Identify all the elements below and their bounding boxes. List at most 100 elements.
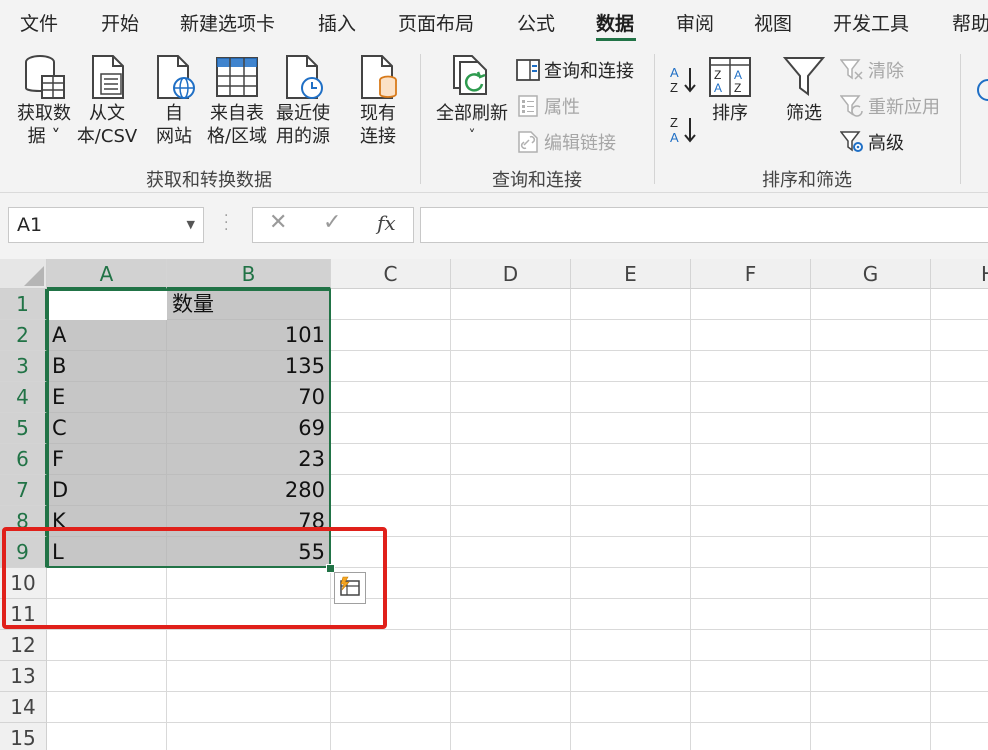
- cell-b2[interactable]: 101: [167, 320, 331, 351]
- row-header-11[interactable]: 11: [0, 599, 47, 630]
- empty-cell[interactable]: [691, 537, 811, 568]
- column-header-f[interactable]: F: [691, 259, 811, 289]
- cell-b4[interactable]: 70: [167, 382, 331, 413]
- empty-cell[interactable]: [931, 382, 988, 413]
- row-header-12[interactable]: 12: [0, 630, 47, 661]
- tab-help[interactable]: 帮助: [952, 9, 988, 36]
- empty-cell[interactable]: [691, 630, 811, 661]
- existing-connections-button[interactable]: 现有 连接: [348, 54, 408, 148]
- empty-cell[interactable]: [691, 382, 811, 413]
- cell-a8[interactable]: K: [47, 506, 167, 537]
- empty-cell[interactable]: [571, 568, 691, 599]
- empty-cell[interactable]: [811, 630, 931, 661]
- empty-cell[interactable]: [451, 475, 571, 506]
- empty-cell[interactable]: [331, 630, 451, 661]
- empty-cell[interactable]: [47, 630, 167, 661]
- cell-b1[interactable]: 数量: [167, 289, 331, 320]
- empty-cell[interactable]: [691, 599, 811, 630]
- empty-cell[interactable]: [931, 506, 988, 537]
- cell-a9[interactable]: L: [47, 537, 167, 568]
- from-web-button[interactable]: 自 网站: [146, 54, 202, 148]
- empty-cell[interactable]: [811, 351, 931, 382]
- empty-cell[interactable]: [931, 692, 988, 723]
- get-data-button[interactable]: 获取数 据 ˅: [12, 54, 76, 148]
- empty-cell[interactable]: [811, 475, 931, 506]
- cell-a6[interactable]: F: [47, 444, 167, 475]
- empty-cell[interactable]: [811, 444, 931, 475]
- empty-cell[interactable]: [571, 351, 691, 382]
- empty-cell[interactable]: [571, 599, 691, 630]
- empty-cell[interactable]: [811, 568, 931, 599]
- tab-review[interactable]: 审阅: [676, 9, 714, 36]
- empty-cell[interactable]: [331, 723, 451, 750]
- empty-cell[interactable]: [571, 320, 691, 351]
- edit-links-button[interactable]: 编辑链接: [516, 129, 616, 155]
- empty-cell[interactable]: [811, 413, 931, 444]
- row-header-3[interactable]: 3: [0, 351, 47, 382]
- empty-cell[interactable]: [167, 692, 331, 723]
- empty-cell[interactable]: [931, 475, 988, 506]
- empty-cell[interactable]: [451, 599, 571, 630]
- formula-input[interactable]: [420, 207, 988, 243]
- empty-cell[interactable]: [691, 320, 811, 351]
- empty-cell[interactable]: [331, 289, 451, 320]
- tab-file[interactable]: 文件: [20, 9, 58, 36]
- tab-view[interactable]: 视图: [754, 9, 792, 36]
- empty-cell[interactable]: [167, 599, 331, 630]
- empty-cell[interactable]: [47, 568, 167, 599]
- empty-cell[interactable]: [811, 320, 931, 351]
- insert-function-icon[interactable]: fx: [377, 211, 396, 235]
- empty-cell[interactable]: [331, 444, 451, 475]
- from-text-csv-button[interactable]: 从文 本/CSV: [76, 54, 138, 148]
- cell-b6[interactable]: 23: [167, 444, 331, 475]
- empty-cell[interactable]: [331, 320, 451, 351]
- cell-b7[interactable]: 280: [167, 475, 331, 506]
- empty-cell[interactable]: [167, 568, 331, 599]
- empty-cell[interactable]: [691, 444, 811, 475]
- advanced-filter-button[interactable]: 高级: [840, 129, 904, 155]
- cell-a2[interactable]: A: [47, 320, 167, 351]
- empty-cell[interactable]: [931, 537, 988, 568]
- row-header-8[interactable]: 8: [0, 506, 47, 537]
- enter-icon[interactable]: ✓: [323, 210, 341, 235]
- quick-analysis-button[interactable]: [334, 572, 366, 604]
- empty-cell[interactable]: [811, 289, 931, 320]
- empty-cell[interactable]: [571, 630, 691, 661]
- empty-cell[interactable]: [331, 351, 451, 382]
- empty-cell[interactable]: [931, 444, 988, 475]
- cell-a3[interactable]: B: [47, 351, 167, 382]
- tab-home[interactable]: 开始: [101, 9, 139, 36]
- empty-cell[interactable]: [331, 661, 451, 692]
- empty-cell[interactable]: [931, 723, 988, 750]
- empty-cell[interactable]: [691, 475, 811, 506]
- empty-cell[interactable]: [451, 661, 571, 692]
- empty-cell[interactable]: [571, 413, 691, 444]
- empty-cell[interactable]: [331, 506, 451, 537]
- row-header-5[interactable]: 5: [0, 413, 47, 444]
- empty-cell[interactable]: [331, 382, 451, 413]
- tab-insert[interactable]: 插入: [318, 9, 356, 36]
- empty-cell[interactable]: [331, 537, 451, 568]
- recent-sources-button[interactable]: 最近使 用的源: [272, 54, 334, 148]
- empty-cell[interactable]: [571, 289, 691, 320]
- empty-cell[interactable]: [931, 289, 988, 320]
- empty-cell[interactable]: [571, 661, 691, 692]
- empty-cell[interactable]: [571, 506, 691, 537]
- cancel-icon[interactable]: ✕: [269, 210, 287, 235]
- empty-cell[interactable]: [451, 537, 571, 568]
- refresh-all-button[interactable]: 全部刷新 ˅: [432, 54, 512, 148]
- cell-a5[interactable]: C: [47, 413, 167, 444]
- from-table-range-button[interactable]: 来自表 格/区域: [204, 54, 270, 148]
- row-header-13[interactable]: 13: [0, 661, 47, 692]
- sort-a-to-z-button[interactable]: A Z: [668, 64, 698, 102]
- empty-cell[interactable]: [167, 661, 331, 692]
- cell-a7[interactable]: D: [47, 475, 167, 506]
- name-box[interactable]: A1 ▼: [8, 207, 204, 243]
- column-header-e[interactable]: E: [571, 259, 691, 289]
- cell-b5[interactable]: 69: [167, 413, 331, 444]
- cell-b9[interactable]: 55: [167, 537, 331, 568]
- column-header-c[interactable]: C: [331, 259, 451, 289]
- select-all-button[interactable]: [0, 259, 47, 289]
- empty-cell[interactable]: [451, 723, 571, 750]
- empty-cell[interactable]: [451, 506, 571, 537]
